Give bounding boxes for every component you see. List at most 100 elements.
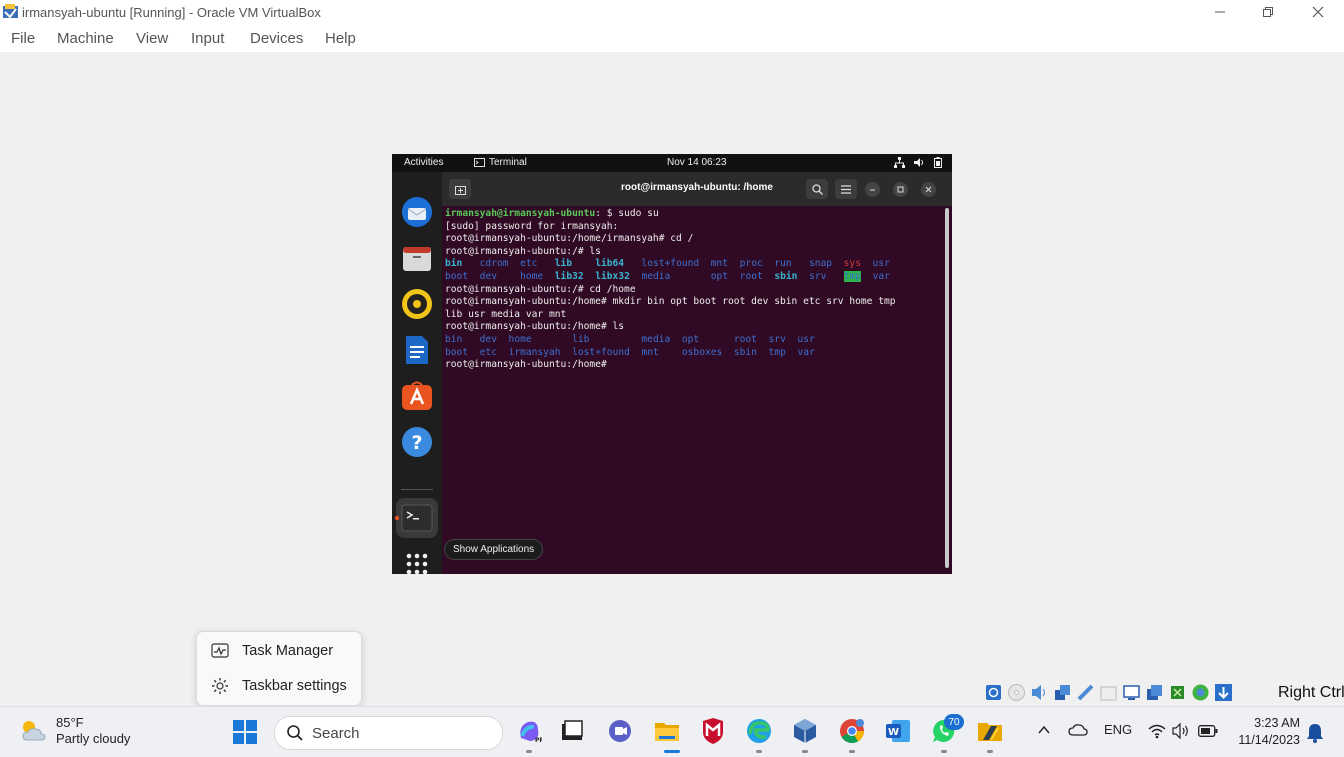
audio-icon[interactable] (1030, 683, 1049, 702)
menu-input[interactable]: Input (191, 30, 224, 47)
optical-drive-icon[interactable] (1007, 683, 1026, 702)
gnome-clock[interactable]: Nov 14 06:23 (667, 157, 727, 168)
mcafee-icon[interactable] (699, 717, 727, 745)
onedrive-icon[interactable] (1068, 722, 1088, 738)
virtualbox-logo-icon (3, 4, 18, 19)
terminal-line: root@irmansyah-ubuntu:/home# mkdir bin o… (445, 296, 896, 309)
windows-start-icon[interactable] (232, 719, 258, 745)
vbox-menubar: File Machine View Input Devices Help (0, 24, 1344, 52)
terminal-app-icon[interactable] (558, 717, 586, 745)
menu-help[interactable]: Help (325, 30, 356, 47)
chevron-up-icon[interactable] (1038, 725, 1050, 735)
menu-view[interactable]: View (136, 30, 168, 47)
taskbar-context-menu: Task Manager Taskbar settings (196, 631, 362, 706)
file-explorer-icon[interactable] (653, 717, 681, 745)
taskbar-search-box[interactable]: Search (274, 716, 503, 750)
window-title: irmansyah-ubuntu [Running] - Oracle VM V… (22, 5, 321, 20)
shared-folders-icon[interactable] (1099, 683, 1118, 702)
show-apps-grid-icon[interactable] (401, 548, 433, 574)
terminal-text: [sudo] password for irmansyah: (445, 220, 619, 232)
terminal-minimize-button[interactable] (865, 182, 880, 197)
terminal-entry: irmansyah@irmansyah-ubuntu (445, 208, 596, 219)
thunderbird-icon[interactable] (401, 196, 433, 228)
terminal-icon[interactable] (401, 502, 433, 534)
terminal-entry: var (872, 270, 890, 282)
terminal-entry: sbin (733, 346, 757, 358)
close-button[interactable] (1295, 0, 1341, 24)
notification-bell-icon[interactable] (1306, 723, 1324, 743)
terminal-entry: root (733, 333, 757, 345)
taskbar-clock[interactable]: 3:23 AM 11/14/2023 (1230, 715, 1300, 749)
rhythmbox-icon[interactable] (401, 288, 433, 320)
teams-icon[interactable] (606, 717, 634, 745)
taskbar-settings-item[interactable]: Taskbar settings (197, 669, 361, 703)
system-menu[interactable] (894, 157, 942, 168)
app-center-icon[interactable] (401, 380, 433, 412)
minimize-button[interactable] (1197, 0, 1243, 24)
display-icon[interactable] (1122, 683, 1141, 702)
terminal-body[interactable]: irmansyah@irmansyah-ubuntu: $ sudo su [su… (442, 206, 952, 574)
clock-time: 3:23 AM (1254, 716, 1300, 730)
copilot-icon[interactable]: PRE (515, 717, 543, 745)
terminal-entry: proc (739, 258, 763, 270)
terminal-close-button[interactable] (921, 182, 936, 197)
python-folder-icon[interactable] (976, 717, 1004, 745)
usb-icon[interactable] (1076, 683, 1095, 702)
wifi-icon[interactable] (1148, 723, 1166, 739)
restore-button[interactable] (1245, 0, 1291, 24)
language-indicator[interactable]: ENG (1104, 722, 1132, 737)
terminal-entry: lib (554, 258, 573, 270)
terminal-scrollbar[interactable] (945, 208, 949, 568)
task-manager-item[interactable]: Task Manager (197, 634, 361, 668)
help-icon[interactable]: ? (401, 426, 433, 458)
terminal-entry: home (508, 333, 532, 345)
word-icon[interactable]: W (884, 717, 912, 745)
edge-icon[interactable] (745, 717, 773, 745)
chrome-icon[interactable] (838, 717, 866, 745)
clock-date: 11/14/2023 (1238, 733, 1300, 747)
virtualbox-icon[interactable] (791, 717, 819, 745)
battery-icon[interactable] (1198, 725, 1218, 737)
menu-file[interactable]: File (11, 30, 35, 47)
terminal-search-button[interactable] (806, 179, 828, 199)
menu-devices[interactable]: Devices (250, 30, 303, 47)
terminal-entry: dev (479, 270, 497, 282)
terminal-text: root@irmansyah-ubuntu:/home# ls (445, 321, 625, 333)
files-icon[interactable] (401, 242, 433, 274)
battery-icon (934, 157, 942, 168)
terminal-menu-button[interactable] (835, 179, 857, 199)
libreoffice-writer-icon[interactable] (401, 334, 433, 366)
terminal-entry: tmp (768, 346, 786, 358)
svg-text:PRE: PRE (535, 737, 542, 744)
terminal-entry: usr (797, 333, 815, 345)
speaker-icon[interactable] (1172, 723, 1190, 739)
network-adapter-icon[interactable] (1053, 683, 1072, 702)
terminal-small-icon (474, 158, 485, 167)
terminal-line: boot etc irmansyah lost+found mnt osboxe… (445, 347, 896, 360)
keyboard-capture-icon[interactable] (1214, 683, 1233, 702)
run-indicator (802, 750, 808, 753)
recording-icon[interactable] (1145, 683, 1164, 702)
weather-widget[interactable]: 85°F Partly cloudy (18, 715, 130, 747)
mouse-integration-icon[interactable] (1191, 683, 1210, 702)
hard-disk-icon[interactable] (984, 683, 1003, 702)
terminal-entry: lib64 (595, 258, 625, 270)
terminal-entry: osboxes (681, 346, 723, 358)
terminal-line: root@irmansyah-ubuntu:/# cd /home (445, 284, 896, 297)
activities-button[interactable]: Activities (404, 157, 443, 168)
cpu-icon[interactable] (1168, 683, 1187, 702)
ubuntu-guest-screen[interactable]: Activities Terminal Nov 14 06:23 ? root@… (392, 154, 952, 574)
taskbar-settings-label: Taskbar settings (242, 678, 347, 694)
host-key-label: Right Ctrl (1278, 684, 1344, 701)
app-menu[interactable]: Terminal (474, 157, 527, 168)
menu-machine[interactable]: Machine (57, 30, 114, 47)
terminal-maximize-button[interactable] (893, 182, 908, 197)
